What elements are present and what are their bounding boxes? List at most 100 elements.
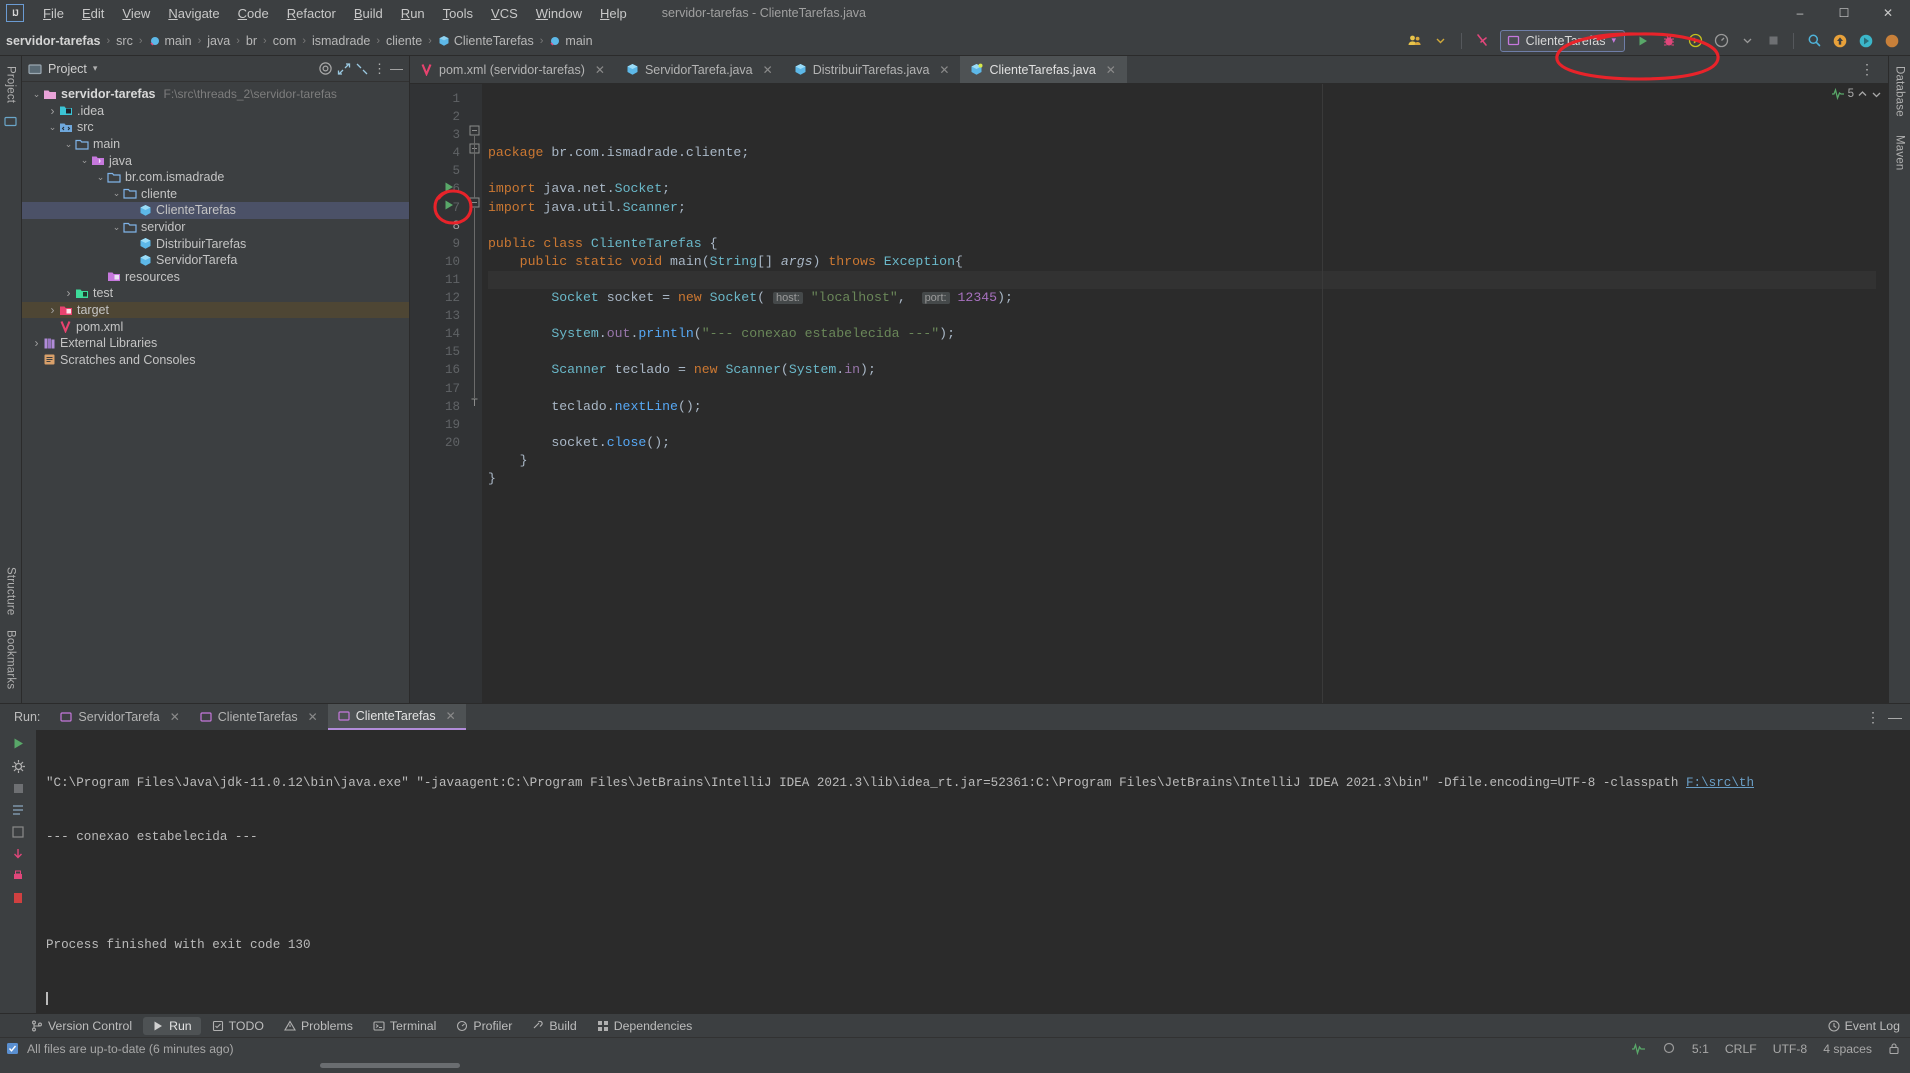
breadcrumb-item-main[interactable]: main: [149, 34, 192, 48]
breadcrumb-item-main[interactable]: main: [549, 34, 593, 48]
hide-panel-icon[interactable]: —: [390, 61, 403, 76]
menu-item-navigate[interactable]: Navigate: [159, 3, 228, 24]
next-problem-icon[interactable]: [1871, 89, 1882, 100]
chevron-down-icon[interactable]: ⌄: [110, 222, 123, 233]
search-everywhere-button[interactable]: [1802, 29, 1826, 53]
breadcrumb-item-br[interactable]: br: [246, 34, 257, 48]
soft-wrap-button[interactable]: [11, 825, 25, 839]
tree-node-resources[interactable]: resources: [22, 269, 409, 286]
print-button[interactable]: [11, 869, 25, 883]
status-line-separator[interactable]: CRLF: [1725, 1042, 1757, 1056]
close-button[interactable]: ✕: [1866, 0, 1910, 26]
run-configuration-selector[interactable]: ClienteTarefas ▾: [1499, 29, 1625, 52]
code-line-13[interactable]: Scanner teclado = new Scanner(System.in)…: [488, 361, 1876, 379]
code-line-1[interactable]: package br.com.ismadrade.cliente;: [488, 144, 1876, 162]
tool-window-dependencies[interactable]: Dependencies: [588, 1017, 702, 1035]
editor-scrollbar-strip[interactable]: [1876, 84, 1888, 703]
console-output[interactable]: "C:\Program Files\Java\jdk-11.0.12\bin\j…: [36, 730, 1910, 1013]
fold-icon-imports-2[interactable]: [469, 143, 480, 154]
tool-window-terminal[interactable]: Terminal: [364, 1017, 445, 1035]
menu-item-file[interactable]: File: [34, 3, 73, 24]
tree-node-test[interactable]: › test: [22, 285, 409, 302]
tool-window-build[interactable]: Build: [523, 1017, 585, 1035]
menu-item-help[interactable]: Help: [591, 3, 636, 24]
status-caret-position[interactable]: 5:1: [1692, 1042, 1709, 1056]
profiler-button[interactable]: [1709, 29, 1733, 53]
breadcrumb-item-com[interactable]: com: [273, 34, 297, 48]
chevron-down-icon[interactable]: ⌄: [110, 188, 123, 199]
tree-node-servidor[interactable]: ⌄ servidor: [22, 219, 409, 236]
code-line-9[interactable]: Socket socket = new Socket( host: "local…: [488, 289, 1876, 307]
gutter-run-icon-class[interactable]: [443, 181, 455, 193]
close-icon[interactable]: ✕: [1106, 63, 1116, 77]
tool-window-problems[interactable]: Problems: [275, 1017, 362, 1035]
editor-tab-distribuirtarefas-java[interactable]: DistribuirTarefas.java ✕: [784, 56, 961, 83]
editor-tab-clientetarefas-java[interactable]: ClienteTarefas.java ✕: [960, 56, 1127, 83]
strip-bookmarks-label[interactable]: Bookmarks: [5, 626, 17, 693]
code-line-20[interactable]: [488, 488, 1876, 506]
minimize-button[interactable]: –: [1778, 0, 1822, 26]
status-hint-icon[interactable]: [1662, 1042, 1676, 1055]
hide-run-panel-icon[interactable]: —: [1888, 709, 1902, 725]
code-line-15[interactable]: teclado.nextLine();: [488, 398, 1876, 416]
chevron-down-icon[interactable]: [1735, 29, 1759, 53]
code-line-17[interactable]: socket.close();: [488, 434, 1876, 452]
menu-item-build[interactable]: Build: [345, 3, 392, 24]
close-icon[interactable]: ✕: [939, 63, 949, 77]
chevron-down-icon[interactable]: ⌄: [62, 139, 75, 150]
code-line-10[interactable]: [488, 307, 1876, 325]
breadcrumb-item-servidor-tarefas[interactable]: servidor-tarefas: [6, 34, 101, 48]
code-line-8[interactable]: [488, 270, 1876, 290]
bottom-scroll-strip[interactable]: [0, 1059, 1910, 1073]
tool-window-todo[interactable]: TODO: [203, 1017, 273, 1035]
gutter-run-icon-main[interactable]: [443, 199, 455, 211]
stop-console-button[interactable]: [12, 782, 25, 795]
status-inspection-icon[interactable]: [1631, 1042, 1646, 1055]
code-line-11[interactable]: System.out.println("--- conexao estabele…: [488, 325, 1876, 343]
tree-node-external-libraries[interactable]: › External Libraries: [22, 335, 409, 352]
fold-icon-method-end[interactable]: [469, 397, 480, 408]
run-tab-clientetarefas-2[interactable]: ClienteTarefas ✕: [327, 704, 466, 730]
strip-maven-label[interactable]: Maven: [1894, 131, 1906, 175]
menu-item-code[interactable]: Code: [229, 3, 278, 24]
code-folding-gutter[interactable]: [468, 84, 482, 703]
tree-node-pom-xml[interactable]: pom.xml: [22, 318, 409, 335]
chevron-down-icon[interactable]: ⌄: [78, 155, 91, 166]
tree-node-servidortarefa[interactable]: ServidorTarefa: [22, 252, 409, 269]
menu-item-vcs[interactable]: VCS: [482, 3, 527, 24]
prev-problem-icon[interactable]: [1857, 89, 1868, 100]
commit-icon[interactable]: [4, 115, 17, 128]
breadcrumb-item-clientetarefas[interactable]: ClienteTarefas: [438, 34, 534, 48]
code-line-5[interactable]: [488, 217, 1876, 235]
menu-item-edit[interactable]: Edit: [73, 3, 113, 24]
chevron-down-icon[interactable]: ⌄: [94, 172, 107, 183]
code-line-12[interactable]: [488, 343, 1876, 361]
tree-node-distribuirtarefas[interactable]: DistribuirTarefas: [22, 235, 409, 252]
tree-node-src[interactable]: ⌄ src: [22, 119, 409, 136]
status-indent[interactable]: 4 spaces: [1823, 1042, 1872, 1056]
breadcrumb-item-ismadrade[interactable]: ismadrade: [312, 34, 370, 48]
settings-button[interactable]: [1854, 29, 1878, 53]
rerun-button[interactable]: [11, 736, 26, 751]
update-project-button[interactable]: [1828, 29, 1852, 53]
menu-item-tools[interactable]: Tools: [434, 3, 482, 24]
tree-node-main[interactable]: ⌄ main: [22, 136, 409, 153]
bottom-scroll-thumb[interactable]: [320, 1063, 460, 1068]
fold-icon-imports[interactable]: [469, 125, 480, 136]
tree-node-java[interactable]: ⌄ java: [22, 152, 409, 169]
target-icon[interactable]: [318, 61, 333, 76]
close-icon[interactable]: ✕: [170, 710, 180, 724]
clear-all-button[interactable]: [11, 891, 25, 905]
console-classpath-link[interactable]: F:\src\th: [1686, 776, 1754, 790]
editor-tab-pom-xml-servidor-tarefas-[interactable]: pom.xml (servidor-tarefas) ✕: [410, 56, 616, 83]
tool-window-version-control[interactable]: Version Control: [22, 1017, 141, 1035]
close-icon[interactable]: ✕: [595, 63, 605, 77]
debug-button[interactable]: [1657, 29, 1681, 53]
tree-node-servidor-tarefas[interactable]: ⌄ servidor-tarefas F:\src\threads_2\servid…: [22, 86, 409, 103]
code-line-18[interactable]: }: [488, 452, 1876, 470]
menu-item-window[interactable]: Window: [527, 3, 591, 24]
run-options-icon[interactable]: ⋮: [1866, 709, 1880, 726]
expand-icon[interactable]: [337, 62, 351, 76]
code-line-2[interactable]: [488, 162, 1876, 180]
editor-tab-servidortarefa-java[interactable]: ServidorTarefa.java ✕: [616, 56, 784, 83]
